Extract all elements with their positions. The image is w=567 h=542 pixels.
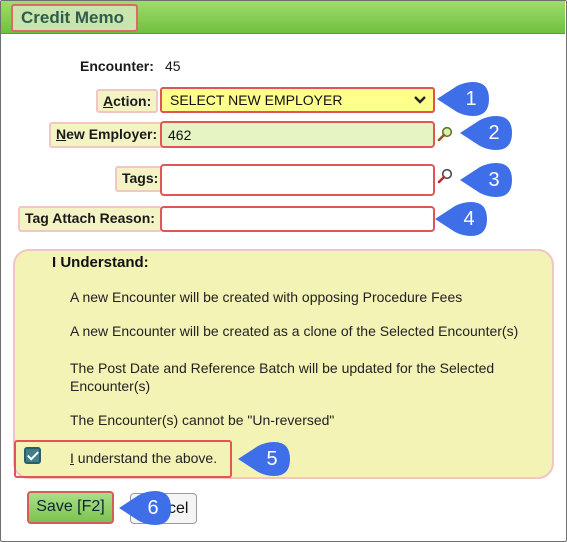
callout-3-number: 3 xyxy=(488,169,500,191)
callout-1-number: 1 xyxy=(465,88,477,110)
new-employer-label: New Employer: xyxy=(49,122,165,148)
acknowledge-title: I Understand: xyxy=(52,254,149,271)
magnifier-icon[interactable] xyxy=(437,168,453,184)
tag-attach-reason-label: Tag Attach Reason: xyxy=(18,206,162,232)
notice-line: Encounter(s) xyxy=(70,378,151,394)
notice-line: The Post Date and Reference Batch will b… xyxy=(70,360,495,376)
action-label: Action: xyxy=(96,89,159,113)
notice-line: The Encounter(s) cannot be "Un-reversed" xyxy=(70,412,335,428)
save-button[interactable]: Save [F2] xyxy=(27,491,114,524)
action-select[interactable]: SELECT NEW EMPLOYER xyxy=(160,87,435,113)
understand-checkbox-label[interactable]: I understand the above. xyxy=(70,450,217,466)
chevron-down-icon xyxy=(414,96,426,104)
callout-2-number: 2 xyxy=(488,122,500,144)
callout-6-number: 6 xyxy=(147,497,159,519)
callout-4-number: 4 xyxy=(463,208,475,230)
new-employer-input[interactable]: 462 xyxy=(160,121,435,148)
page-title: Credit Memo xyxy=(11,4,138,32)
encounter-label: Encounter: xyxy=(80,58,154,74)
notice-line: A new Encounter will be created with opp… xyxy=(70,289,463,305)
notice-line: A new Encounter will be created as a clo… xyxy=(70,323,519,339)
magnifier-icon[interactable] xyxy=(437,126,453,142)
encounter-value: 45 xyxy=(165,58,181,74)
understand-checkbox[interactable] xyxy=(24,447,41,464)
action-select-value: SELECT NEW EMPLOYER xyxy=(170,92,343,108)
tags-label: Tags: xyxy=(115,166,166,192)
tags-input[interactable] xyxy=(160,164,435,196)
tag-attach-reason-input[interactable] xyxy=(160,206,435,232)
callout-5-number: 5 xyxy=(266,448,278,470)
